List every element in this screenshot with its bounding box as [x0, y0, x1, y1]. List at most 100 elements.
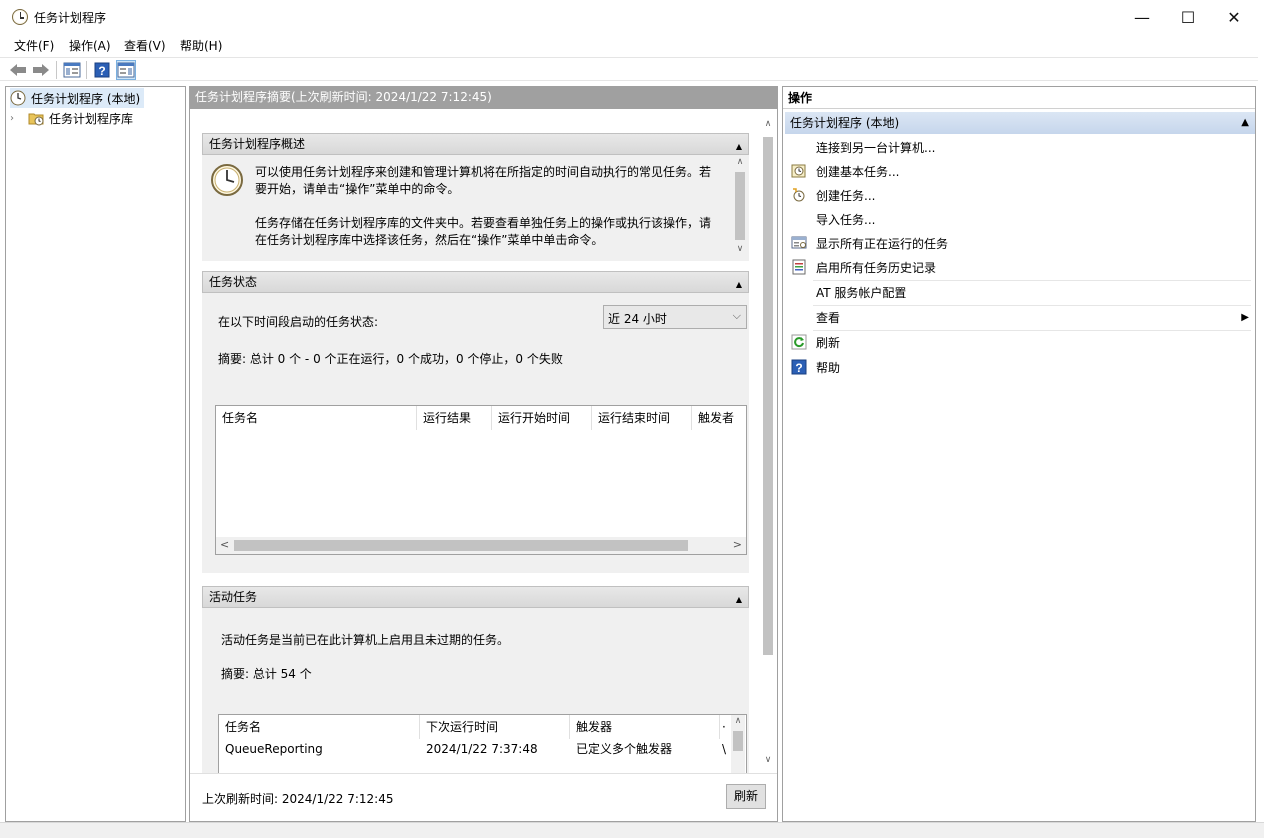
- column-header[interactable]: 运行结束时间: [592, 406, 692, 430]
- collapse-caret-icon[interactable]: ▲: [736, 275, 742, 295]
- chevron-down-icon: ⌵: [732, 309, 741, 322]
- section-title: 任务计划程序概述: [209, 137, 306, 151]
- chevron-right-icon[interactable]: ›: [10, 113, 22, 124]
- scroll-up-arrow-icon[interactable]: ∧: [733, 157, 747, 167]
- trigger: 已定义多个触发器: [576, 742, 673, 756]
- show-hide-action-pane-icon[interactable]: [116, 60, 136, 80]
- section-title: 任务计划程序 (本地): [790, 116, 900, 130]
- active-tasks-table: 任务名 下次运行时间 触发器 · QueueReporting 2024/1/2…: [218, 714, 747, 773]
- clock-icon: [10, 90, 26, 106]
- create-task-icon: [791, 187, 807, 203]
- action-label: 显示所有正在运行的任务: [816, 236, 949, 251]
- window-title: 任务计划程序: [34, 11, 107, 25]
- overview-scrollbar[interactable]: ∧ ∨: [733, 156, 747, 260]
- table-row[interactable]: QueueReporting 2024/1/22 7:37:48 已定义多个触发…: [219, 739, 731, 759]
- last-refresh-text: 上次刷新时间: 2024/1/22 7:12:45: [202, 792, 394, 806]
- scroll-thumb[interactable]: [735, 172, 745, 240]
- scroll-thumb[interactable]: [234, 540, 688, 551]
- task-status-section-header[interactable]: 任务状态 ▲: [202, 271, 749, 293]
- action-label: 帮助: [816, 360, 841, 375]
- action-label: 刷新: [816, 335, 841, 350]
- overview-para1-line1: 可以使用任务计划程序来创建和管理计算机将在所指定的时间自动执行的常见任务。若: [255, 165, 712, 179]
- show-hide-tree-icon[interactable]: [62, 60, 82, 80]
- menu-view[interactable]: 查看(V): [124, 37, 166, 54]
- tree-item-library[interactable]: › 任务计划程序库: [10, 108, 133, 128]
- refresh-button[interactable]: 刷新: [726, 784, 766, 809]
- close-button[interactable]: ✕: [1211, 0, 1257, 34]
- menu-file[interactable]: 文件(F): [14, 37, 54, 54]
- tree-item-root[interactable]: 任务计划程序 (本地): [10, 88, 145, 108]
- menu-bar: 文件(F) 操作(A) 查看(V) 帮助(H): [0, 34, 1258, 56]
- back-arrow-icon[interactable]: [8, 60, 28, 80]
- period-dropdown[interactable]: 近 24 小时 ⌵: [603, 305, 747, 329]
- action-at-service-config[interactable]: AT 服务帐户配置: [785, 280, 1253, 304]
- blank-icon: [791, 309, 807, 325]
- collapse-caret-icon[interactable]: ▲: [1241, 112, 1249, 134]
- status-bar: [0, 822, 1264, 838]
- overview-section-header[interactable]: 任务计划程序概述 ▲: [202, 133, 749, 155]
- task-status-section: 任务状态 ▲ 在以下时间段启动的任务状态: 近 24 小时 ⌵ 摘要: 总计 0…: [202, 271, 749, 573]
- scroll-up-arrow-icon[interactable]: ∧: [761, 119, 775, 129]
- navigation-tree: 任务计划程序 (本地) › 任务计划程序库: [5, 86, 186, 822]
- action-label: AT 服务帐户配置: [816, 285, 907, 300]
- overview-para2-line2: 在任务计划程序库中选择该任务，然后在“操作”菜单中单击命令。: [255, 233, 604, 247]
- actions-section-header[interactable]: 任务计划程序 (本地) ▲: [785, 112, 1255, 134]
- action-label: 启用所有任务历史记录: [816, 260, 937, 275]
- tree-item-label: 任务计划程序库: [49, 111, 134, 126]
- active-tasks-section: 活动任务 ▲ 活动任务是当前已在此计算机上启用且未过期的任务。 摘要: 总计 5…: [202, 586, 749, 773]
- action-connect[interactable]: 连接到另一台计算机...: [785, 135, 1253, 159]
- submenu-arrow-icon: ▶: [1241, 311, 1249, 323]
- active-summary: 摘要: 总计 54 个: [221, 667, 312, 681]
- folder-clock-icon: [28, 110, 44, 126]
- actions-title: 操作: [783, 87, 1255, 109]
- scroll-thumb[interactable]: [763, 137, 773, 655]
- tree-item-label: 任务计划程序 (本地): [31, 91, 141, 106]
- collapse-caret-icon[interactable]: ▲: [736, 137, 742, 157]
- maximize-button[interactable]: ☐: [1165, 0, 1211, 34]
- column-header[interactable]: 触发者: [692, 406, 746, 430]
- active-description: 活动任务是当前已在此计算机上启用且未过期的任务。: [221, 633, 510, 647]
- action-help[interactable]: ? 帮助: [785, 355, 1253, 379]
- column-header[interactable]: ·: [720, 715, 731, 739]
- scroll-right-arrow-icon[interactable]: >: [733, 538, 742, 551]
- forward-arrow-icon[interactable]: [31, 60, 51, 80]
- scroll-thumb[interactable]: [733, 731, 743, 751]
- column-header[interactable]: 运行结果: [417, 406, 492, 430]
- period-label: 在以下时间段启动的任务状态:: [218, 315, 379, 329]
- action-refresh[interactable]: 刷新: [785, 330, 1253, 354]
- clock-icon: [210, 163, 244, 197]
- active-tasks-section-header[interactable]: 活动任务 ▲: [202, 586, 749, 608]
- action-import-task[interactable]: 导入任务...: [785, 207, 1253, 231]
- column-header[interactable]: 触发器: [570, 715, 720, 739]
- blank-icon: [791, 284, 807, 300]
- scroll-up-arrow-icon[interactable]: ∧: [731, 716, 745, 726]
- status-table: 任务名 运行结果 运行开始时间 运行结束时间 触发者 < >: [215, 405, 747, 555]
- menu-help[interactable]: 帮助(H): [180, 37, 222, 54]
- action-view[interactable]: 查看 ▶: [785, 305, 1253, 329]
- section-title: 活动任务: [209, 590, 258, 604]
- action-show-running[interactable]: 显示所有正在运行的任务: [785, 231, 1253, 255]
- action-create-basic-task[interactable]: 创建基本任务...: [785, 159, 1253, 183]
- summary-scrollbar[interactable]: ∧ ∨: [761, 109, 775, 773]
- minimize-button[interactable]: —: [1119, 0, 1165, 34]
- action-create-task[interactable]: 创建任务...: [785, 183, 1253, 207]
- history-icon: [791, 259, 807, 275]
- scroll-down-arrow-icon[interactable]: ∨: [761, 755, 775, 765]
- overview-section: 任务计划程序概述 ▲ 可以使用任务计划程序来创建和管理计算机将在所指定的时间自动…: [202, 133, 749, 261]
- summary-footer: 上次刷新时间: 2024/1/22 7:12:45 刷新: [190, 773, 777, 821]
- scroll-down-arrow-icon[interactable]: ∨: [733, 244, 747, 254]
- column-header[interactable]: 下次运行时间: [420, 715, 570, 739]
- column-header[interactable]: 任务名: [219, 715, 420, 739]
- scroll-left-arrow-icon[interactable]: <: [220, 538, 229, 551]
- action-enable-history[interactable]: 启用所有任务历史记录: [785, 255, 1253, 279]
- active-table-scrollbar[interactable]: ∧: [731, 715, 745, 773]
- menu-action[interactable]: 操作(A): [69, 37, 111, 54]
- status-summary: 摘要: 总计 0 个 - 0 个正在运行，0 个成功，0 个停止，0 个失败: [218, 352, 563, 366]
- collapse-caret-icon[interactable]: ▲: [736, 590, 742, 610]
- column-header[interactable]: 任务名: [216, 406, 417, 430]
- overview-para1-line2: 要开始，请单击“操作”菜单中的命令。: [255, 182, 460, 196]
- column-header[interactable]: 运行开始时间: [492, 406, 592, 430]
- horizontal-scrollbar[interactable]: < >: [216, 537, 746, 554]
- blank-icon: [791, 211, 807, 227]
- help-icon[interactable]: ?: [92, 60, 112, 80]
